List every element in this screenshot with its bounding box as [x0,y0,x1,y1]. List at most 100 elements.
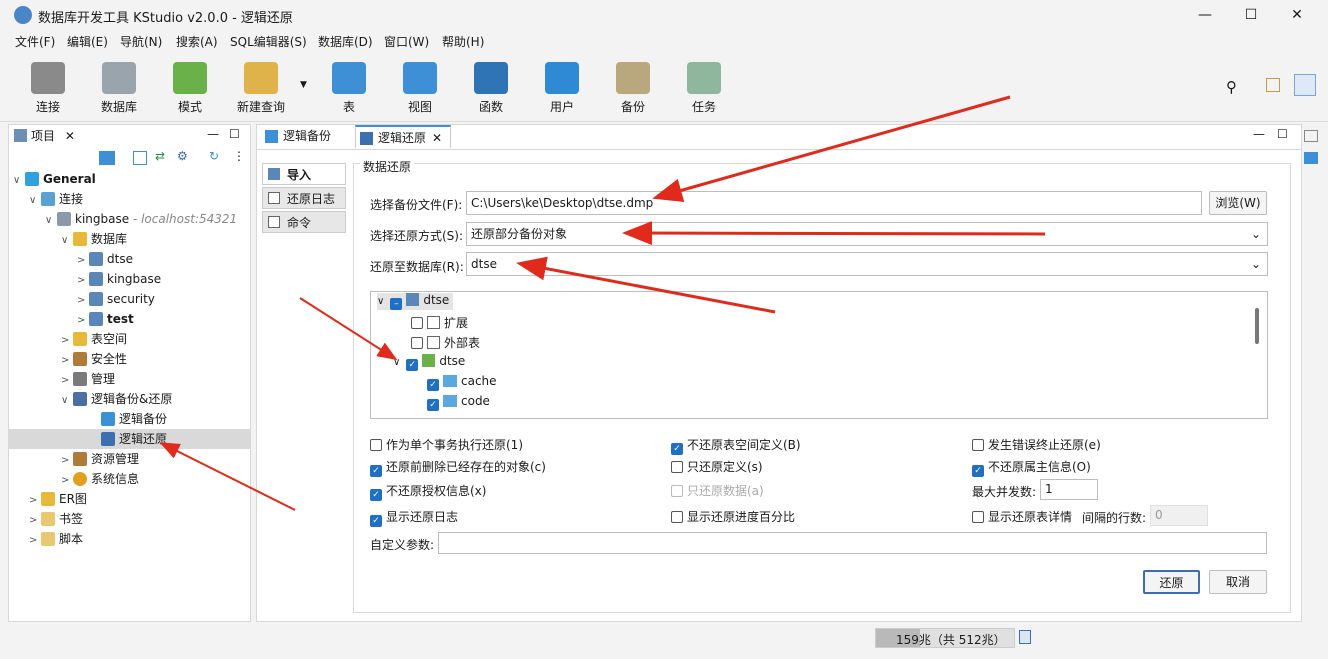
tree-item-databases[interactable]: ∨ 数据库 [61,229,127,249]
tree-item-db-dtse[interactable]: > dtse [77,249,133,269]
new-query-dropdown-icon[interactable]: ▼ [300,80,307,90]
tree-item-security[interactable]: > 安全性 [61,349,127,369]
tree-item-logical-restore[interactable]: 逻辑还原 [9,429,250,449]
close-tab-icon[interactable]: ✕ [432,131,442,145]
custom-params-input[interactable] [438,532,1267,554]
minimize-panel-icon[interactable]: — [207,127,219,141]
restore-button[interactable]: 还原 [1143,570,1200,594]
restore-mode-label: 选择还原方式(S): [370,229,464,243]
toolbar-table-button[interactable]: 表 [319,58,379,115]
side-tab-import[interactable]: 导入 [262,163,346,185]
toolbar-new-query-button[interactable]: 新建查询 [231,58,291,115]
tree-item-management[interactable]: > 管理 [61,369,115,389]
menu-navigate[interactable]: 导航(N) [120,33,162,50]
collapse-all-icon[interactable] [133,151,147,165]
object-tree-extension[interactable]: 扩展 [411,314,468,331]
tree-item-logical-backup[interactable]: 逻辑备份 [89,409,167,429]
browse-button[interactable]: 浏览(W) [1209,191,1267,215]
tree-item-backup-restore[interactable]: ∨ 逻辑备份&还原 [61,389,172,409]
open-perspective-icon[interactable] [1266,78,1280,92]
tree-item-db-security[interactable]: > security [77,289,155,309]
object-tree-table-code[interactable]: ✓ code [427,394,490,411]
garbage-collect-icon[interactable] [1019,630,1031,644]
option-single-transaction[interactable]: 作为单个事务执行还原(1) [370,436,523,453]
tree-item-resource-management[interactable]: > 资源管理 [61,449,139,469]
menu-database[interactable]: 数据库(D) [318,33,373,50]
close-tab-icon[interactable]: ✕ [65,129,75,143]
object-tree-root-dtse[interactable]: ∨ – dtse [377,293,454,310]
cancel-button[interactable]: 取消 [1209,570,1267,594]
option-no-tablespaces[interactable]: ✓ 不还原表空间定义(B) [671,436,801,455]
tree-item-scripts[interactable]: > 脚本 [29,529,83,549]
tree-item-system-info[interactable]: > 系统信息 [61,469,139,489]
minimize-editor-icon[interactable]: — [1253,127,1265,141]
refresh-icon[interactable]: ↻ [209,149,219,163]
menu-sql-editor[interactable]: SQL编辑器(S) [230,33,307,50]
restore-mode-select[interactable]: 还原部分备份对象 ⌄ [466,222,1268,246]
menu-file[interactable]: 文件(F) [15,33,55,50]
option-exit-on-error[interactable]: 发生错误终止还原(e) [972,436,1101,453]
tab-logical-backup[interactable]: 逻辑备份 [261,125,353,148]
plug-icon [31,62,65,94]
object-tree-foreign-table[interactable]: 外部表 [411,334,480,351]
tree-item-tablespaces[interactable]: > 表空间 [61,329,127,349]
max-jobs-input[interactable]: 1 [1040,479,1098,500]
scrollbar-thumb[interactable] [1255,308,1259,344]
toolbar-schema-button[interactable]: 模式 [160,58,220,115]
side-view-icon[interactable] [1304,130,1318,142]
toolbar-database-button[interactable]: 数据库 [89,58,149,115]
resource-icon [73,452,87,466]
side-tree-icon[interactable] [1304,152,1318,164]
option-show-progress[interactable]: 显示还原进度百分比 [671,508,795,525]
perspective-icon[interactable] [1294,74,1316,96]
max-jobs-label: 最大并发数: [972,485,1037,499]
toolbar-user-button[interactable]: 用户 [532,58,592,115]
maximize-button[interactable]: ☐ [1228,0,1274,30]
toolbar-backup-button[interactable]: 备份 [603,58,663,115]
more-options-icon[interactable]: ⋮ [233,149,245,163]
view-icon [403,62,437,94]
custom-params-label: 自定义参数: [370,538,435,552]
tree-item-kingbase-connection[interactable]: ∨ kingbase - localhost:54321 [45,209,237,229]
backup-file-input[interactable]: C:\Users\ke\Desktop\dtse.dmp [466,191,1202,215]
object-tree-table-cache[interactable]: ✓ cache [427,374,497,391]
tab-logical-restore[interactable]: 逻辑还原 ✕ [355,125,451,148]
tab-divider [257,149,1301,150]
tree-item-er-diagram[interactable]: > ER图 [29,489,87,509]
option-show-table-details[interactable]: 显示还原表详情 [972,508,1072,525]
tree-item-bookmarks[interactable]: > 书签 [29,509,83,529]
link-editor-icon[interactable]: ⇄ [155,149,165,163]
settings-gear-icon[interactable]: ⚙ [177,149,188,163]
option-show-restore-log[interactable]: ✓ 显示还原日志 [370,508,458,527]
side-tab-restore-log[interactable]: 还原日志 [262,187,346,209]
tree-item-general[interactable]: ∨ General [13,169,96,189]
menu-search[interactable]: 搜索(A) [176,33,218,50]
toolbar-task-button[interactable]: 任务 [674,58,734,115]
option-schema-only[interactable]: 只还原定义(s) [671,458,763,475]
close-button[interactable]: ✕ [1274,0,1320,30]
database-icon [89,272,103,286]
toolbar-connect-button[interactable]: 连接 [18,58,78,115]
new-connection-icon[interactable] [99,151,115,165]
side-tab-command[interactable]: 命令 [262,211,346,233]
maximize-panel-icon[interactable]: ☐ [229,127,240,141]
target-db-select[interactable]: dtse ⌄ [466,252,1268,276]
project-tab[interactable]: 项目 ✕ [9,125,89,147]
minimize-button[interactable]: — [1182,0,1228,30]
menu-help[interactable]: 帮助(H) [442,33,484,50]
schema-icon [173,62,207,94]
menu-edit[interactable]: 编辑(E) [67,33,108,50]
option-no-owner[interactable]: ✓ 不还原属主信息(O) [972,458,1091,477]
toolbar-view-button[interactable]: 视图 [390,58,450,115]
option-no-privileges[interactable]: ✓ 不还原授权信息(x) [370,482,486,501]
tree-item-db-kingbase[interactable]: > kingbase [77,269,161,289]
maximize-editor-icon[interactable]: ☐ [1277,127,1288,141]
backup-icon [101,412,115,426]
tree-item-connections[interactable]: ∨ 连接 [29,189,83,209]
menu-window[interactable]: 窗口(W) [384,33,429,50]
search-icon[interactable]: ⚲ [1226,78,1237,96]
tree-item-db-test[interactable]: > test [77,309,134,329]
object-tree-schema-dtse[interactable]: ∨ ✓ dtse [393,354,465,371]
option-clean-before-restore[interactable]: ✓ 还原前删除已经存在的对象(c) [370,458,546,477]
toolbar-function-button[interactable]: 函数 [461,58,521,115]
